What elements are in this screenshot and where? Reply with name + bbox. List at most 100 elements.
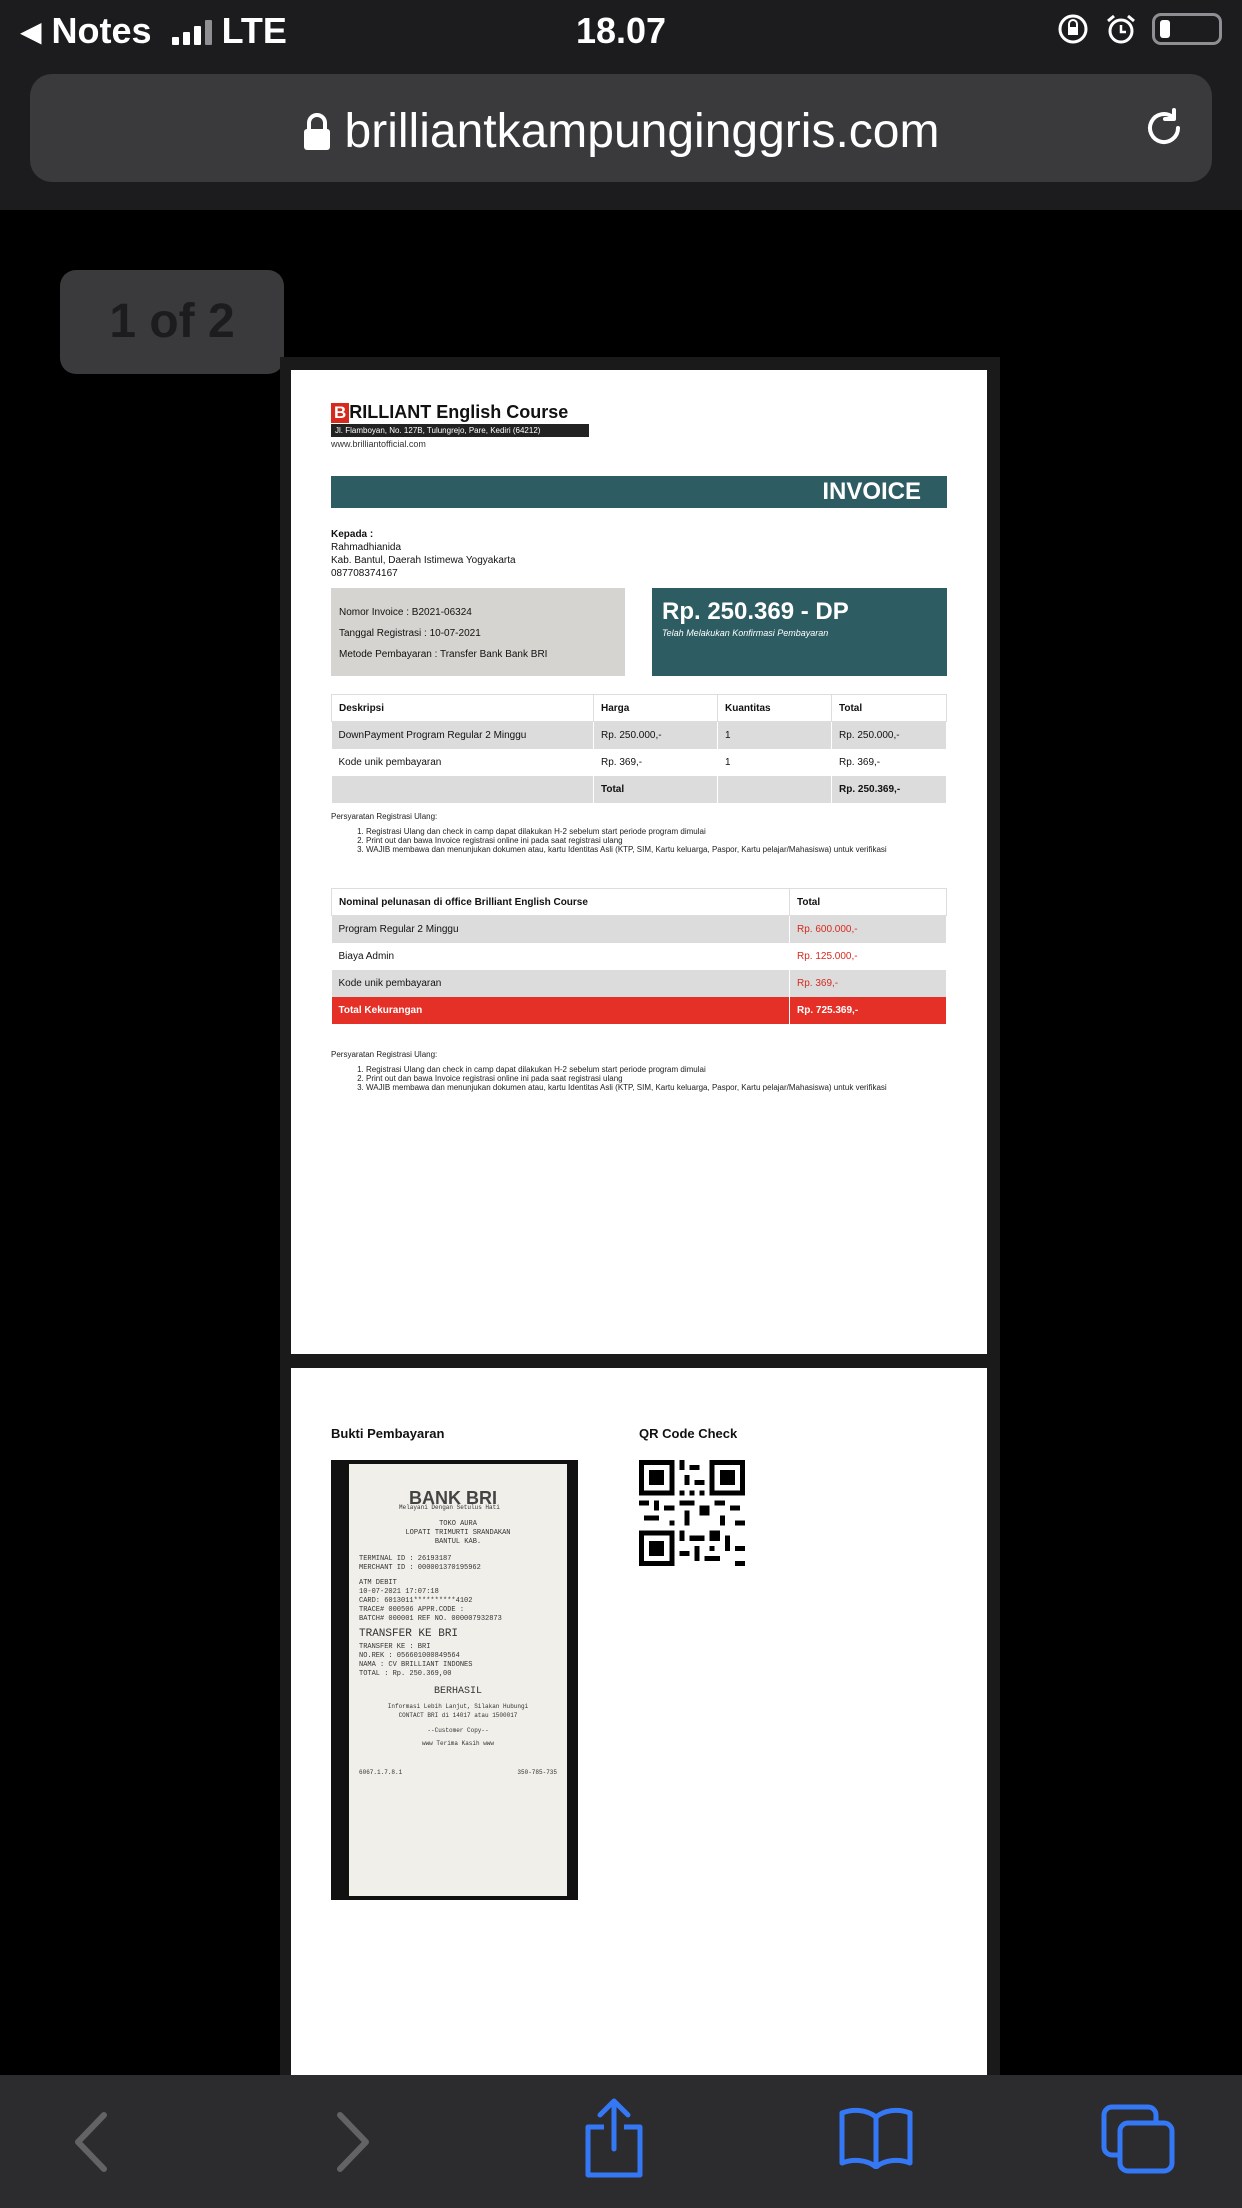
receipt-footer: CONTACT BRI di 14017 atau 1500017 [398, 1712, 518, 1719]
amount-value: Rp. 250.369 - DP [662, 598, 849, 625]
total-label: Total [593, 775, 718, 803]
alarm-icon [1107, 14, 1135, 44]
table-cell: Rp. 600.000,- [789, 915, 947, 943]
notes-title: Persyaratan Registrasi Ulang: [331, 812, 438, 821]
forward-icon[interactable] [330, 2107, 374, 2177]
table-cell: 1 [717, 721, 832, 749]
logo-title: RILLIANT English Course [349, 402, 569, 422]
receipt-result: BERHASIL [433, 1686, 482, 1697]
receipt-code-right: 350-785-735 [517, 1769, 557, 1776]
table-cell: Rp. 125.000,- [789, 942, 947, 970]
reload-icon[interactable] [1138, 102, 1190, 154]
invoice-page-2: Bukti Pembayaran QR Code Check BANK BRI … [291, 1368, 987, 2078]
table-cell: Rp. 369,- [831, 748, 947, 776]
address-bar[interactable]: brilliantkampunginggris.com [30, 74, 1212, 182]
receipt-date: 10-07-2021 17:07:18 [359, 1588, 439, 1596]
bottom-toolbar [0, 2075, 1242, 2208]
amount-box: Rp. 250.369 - DP Telah Melakukan Konfirm… [652, 588, 947, 676]
registration-notes: Persyaratan Registrasi Ulang: Registrasi… [331, 812, 887, 854]
table-row: Biaya Admin Rp. 125.000,- [331, 942, 947, 970]
url-text: brilliantkampunginggris.com [344, 105, 940, 158]
table-header-row: Nominal pelunasan di office Brilliant En… [331, 888, 947, 916]
recipient-address: Kab. Bantul, Daerah Istimewa Yogyakarta [331, 555, 516, 566]
battery-icon [1152, 13, 1222, 45]
receipt-footer: www Terima Kasih www [421, 1740, 494, 1747]
receipt-footer: --Customer Copy-- [427, 1727, 489, 1734]
status-bar: ◀ Notes LTE 18.07 [0, 0, 1242, 62]
note-item: Print out dan bawa Invoice registrasi on… [366, 836, 887, 845]
registration-date: Tanggal Registrasi : 10-07-2021 [339, 628, 481, 639]
col-header: Kuantitas [717, 694, 832, 722]
bookmarks-icon[interactable] [838, 2105, 914, 2169]
payment-receipt-photo: BANK BRI Melayani Dengan Setulus Hati TO… [331, 1460, 578, 1900]
receipt-transfer: TRANSFER KE BRI [359, 1628, 459, 1640]
invoice-items-table: Deskripsi Harga Kuantitas Total DownPaym… [331, 694, 947, 803]
receipt-card: CARD: 6013011**********4102 [359, 1597, 473, 1605]
invoice-page-1: B RILLIANT English Course Jl. Flamboyan, … [291, 370, 987, 1354]
table-total-row: Total Rp. 250.369,- [331, 775, 947, 803]
logo-website: www.brilliantofficial.com [331, 439, 426, 449]
receipt-merchant: MERCHANT ID : 000001370195962 [359, 1564, 481, 1572]
browser-chrome: brilliantkampunginggris.com [0, 62, 1242, 210]
table-cell: Kode unik pembayaran [331, 969, 790, 997]
total-label: Total Kekurangan [331, 996, 790, 1024]
col-header: Total [789, 888, 947, 916]
note-item: Registrasi Ulang dan check in camp dapat… [366, 1065, 887, 1074]
registration-notes: Persyaratan Registrasi Ulang: Registrasi… [331, 1050, 887, 1092]
table-header-row: Deskripsi Harga Kuantitas Total [331, 694, 947, 722]
table-cell: Program Regular 2 Minggu [331, 915, 790, 943]
invoice-info-box: Nomor Invoice : B2021-06324 Tanggal Regi… [331, 588, 625, 676]
table-cell: Rp. 250.000,- [831, 721, 947, 749]
tabs-icon[interactable] [1100, 2103, 1176, 2175]
total-value: Rp. 725.369,- [789, 996, 947, 1024]
receipt-transfer-to: TRANSFER KE : BRI [359, 1643, 431, 1651]
receipt-name: NAMA : CV BRILLIANT INDONES [359, 1661, 473, 1669]
receipt-paper: BANK BRI Melayani Dengan Setulus Hati TO… [349, 1464, 567, 1896]
lock-icon [303, 113, 330, 150]
col-header: Harga [593, 694, 718, 722]
table-cell: DownPayment Program Regular 2 Minggu [331, 721, 594, 749]
receipt-total: TOTAL : Rp. 250.369,00 [359, 1670, 452, 1678]
receipt-code-left: 6067.1.7.8.1 [359, 1769, 403, 1776]
col-header: Nominal pelunasan di office Brilliant En… [331, 888, 790, 916]
table-total-row: Total Kekurangan Rp. 725.369,- [331, 996, 947, 1024]
col-header: Deskripsi [331, 694, 594, 722]
qr-title: QR Code Check [639, 1426, 738, 1441]
table-row: Kode unik pembayaran Rp. 369,- 1 Rp. 369… [331, 748, 947, 776]
invoice-banner: INVOICE [331, 476, 947, 508]
settlement-table: Nominal pelunasan di office Brilliant En… [331, 888, 947, 1024]
table-cell: Rp. 369,- [593, 748, 718, 776]
receipt-store: TOKO AURA [439, 1520, 477, 1528]
recipient-label: Kepada : [331, 529, 374, 540]
total-value: Rp. 250.369,- [831, 775, 947, 803]
receipt-codes: 6067.1.7.8.1 350-785-735 [359, 1768, 557, 1777]
receipt-trace: TRACE# 000506 APPR.CODE : [359, 1606, 465, 1614]
url-display[interactable]: brilliantkampunginggris.com [30, 104, 1212, 159]
back-icon[interactable] [70, 2107, 114, 2177]
table-row: Program Regular 2 Minggu Rp. 600.000,- [331, 915, 947, 943]
col-header: Total [831, 694, 947, 722]
receipt-store-city: BANTUL KAB. [434, 1538, 482, 1546]
receipt-type: ATM DEBIT [359, 1579, 397, 1587]
receipt-bank: BANK BRI [409, 1488, 497, 1508]
table-cell: Kode unik pembayaran [331, 748, 594, 776]
table-cell: Rp. 250.000,- [593, 721, 718, 749]
logo-address: Jl. Flamboyan, No. 127B, Tulungrejo, Par… [331, 424, 589, 437]
share-icon[interactable] [582, 2097, 646, 2181]
table-cell: 1 [717, 748, 832, 776]
recipient-phone: 087708374167 [331, 568, 398, 579]
logo-letter: B [331, 403, 350, 423]
table-cell: Rp. 369,- [789, 969, 947, 997]
recipient-block: Kepada : Rahmadhianida Kab. Bantul, Daer… [331, 528, 516, 580]
table-row: Kode unik pembayaran Rp. 369,- [331, 969, 947, 997]
table-row: DownPayment Program Regular 2 Minggu Rp.… [331, 721, 947, 749]
rotation-lock-icon [1058, 14, 1088, 44]
invoice-number: Nomor Invoice : B2021-06324 [339, 607, 472, 618]
receipt-batch: BATCH# 000001 REF NO. 000007932873 [359, 1615, 502, 1623]
receipt-tagline: Melayani Dengan Setulus Hati [399, 1504, 500, 1511]
receipt-store-address: LOPATI TRIMURTI SRANDAKAN [405, 1529, 511, 1537]
notes-title: Persyaratan Registrasi Ulang: [331, 1050, 438, 1059]
payment-method: Metode Pembayaran : Transfer Bank Bank B… [339, 649, 548, 660]
note-item: WAJIB membawa dan menunjukan dokumen ata… [366, 845, 887, 854]
note-item: Registrasi Ulang dan check in camp dapat… [366, 827, 887, 836]
